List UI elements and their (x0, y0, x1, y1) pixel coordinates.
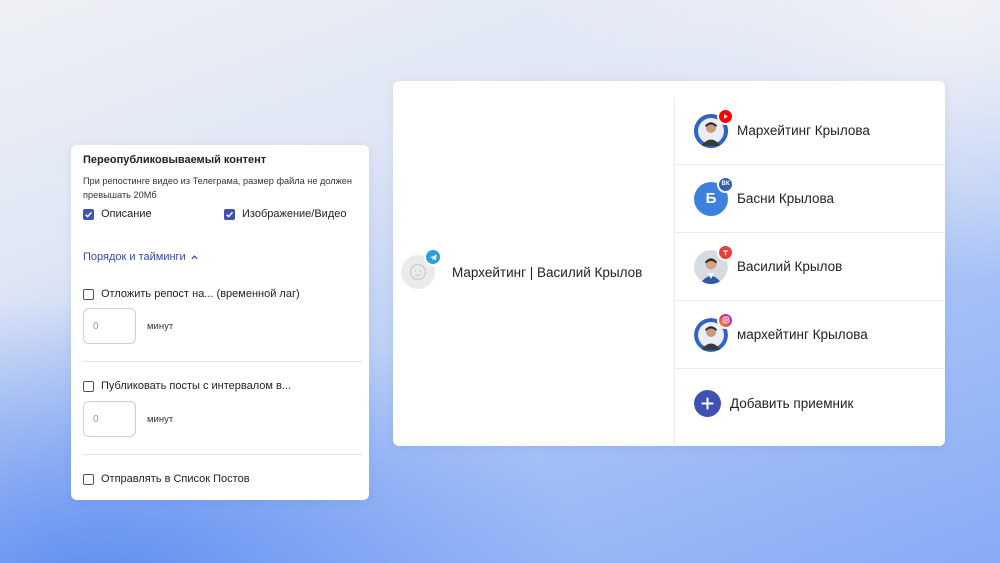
source-channel[interactable]: Мархейтинг | Василий Крылов (401, 248, 643, 289)
delay-label: Отложить репост на... (временной лаг) (101, 288, 300, 300)
delay-minutes-input[interactable] (83, 308, 136, 344)
youtube-icon (717, 107, 734, 125)
divider (83, 361, 362, 362)
interval-label: Публиковать посты с интервалом в... (101, 380, 292, 392)
post-list-checkbox[interactable]: Отправлять в Список Постов (83, 473, 250, 485)
checkbox-checked-icon (224, 208, 235, 220)
bot-placeholder-icon (409, 263, 427, 281)
checkbox-unchecked-icon (83, 288, 94, 300)
destination-item[interactable]: Мархейтинг Крылова (675, 97, 945, 165)
settings-title: Переопубликовываемый контент (83, 154, 267, 166)
destination-item[interactable]: Б ВК Басни Крылова (675, 165, 945, 233)
avatar (694, 107, 734, 148)
destination-name: Мархейтинг Крылова (737, 123, 870, 138)
plus-icon (694, 389, 721, 417)
vk-icon: ВК (717, 175, 734, 193)
add-receiver-label: Добавить приемник (730, 395, 854, 411)
repost-settings-card: Переопубликовываемый контент При репости… (71, 145, 369, 500)
telegram-icon (424, 248, 442, 266)
checkbox-checked-icon (83, 208, 94, 220)
chevron-up-icon (191, 254, 198, 259)
add-receiver-button[interactable]: Добавить приемник (675, 369, 945, 437)
size-limit-note: При репостинге видео из Телеграма, разме… (83, 176, 352, 200)
destination-item[interactable]: Василий Крылов (675, 233, 945, 301)
destination-name: мархейтинг Крылова (737, 327, 868, 342)
checkbox-unchecked-icon (83, 380, 94, 392)
delay-unit: минут (147, 321, 174, 332)
interval-minutes-input[interactable] (83, 401, 136, 437)
delay-checkbox[interactable]: Отложить репост на... (временной лаг) (83, 288, 300, 300)
repost-routing-panel: Мархейтинг | Василий Крылов Мархейтинг К… (393, 81, 945, 446)
destination-name: Басни Крылова (737, 191, 835, 206)
interval-checkbox[interactable]: Публиковать посты с интервалом в... (83, 380, 291, 392)
instagram-icon (717, 311, 734, 329)
destination-name: Василий Крылов (737, 259, 843, 274)
post-list-label: Отправлять в Список Постов (101, 473, 250, 485)
divider (83, 454, 362, 455)
order-timings-label: Порядок и тайминги (83, 251, 186, 263)
avatar: Б ВК (694, 175, 734, 216)
source-avatar (401, 248, 442, 289)
avatar (694, 243, 734, 284)
media-checkbox[interactable]: Изображение/Видео (224, 208, 346, 220)
description-label: Описание (101, 208, 152, 220)
tenchat-icon (717, 243, 734, 261)
source-name: Мархейтинг | Василий Крылов (452, 264, 643, 280)
media-label: Изображение/Видео (242, 208, 347, 220)
destination-list: Мархейтинг Крылова Б ВК Басни Крылова Ва… (675, 97, 945, 437)
avatar-letter: Б (705, 190, 717, 207)
interval-unit: минут (147, 414, 174, 425)
description-checkbox[interactable]: Описание (83, 208, 152, 220)
avatar (694, 311, 734, 352)
destination-item[interactable]: мархейтинг Крылова (675, 301, 945, 369)
order-timings-toggle[interactable]: Порядок и тайминги (83, 251, 199, 263)
checkbox-unchecked-icon (83, 473, 94, 485)
